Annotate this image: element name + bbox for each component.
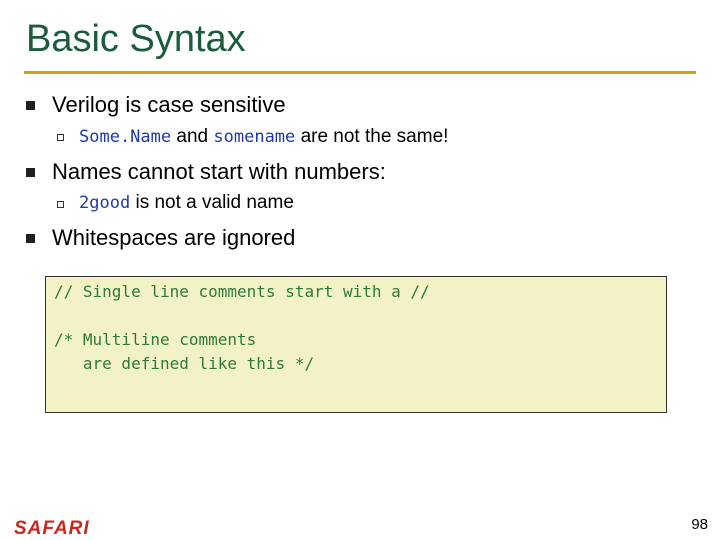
safari-logo: SAFARI	[14, 518, 90, 539]
sub-text: are not the same!	[300, 126, 449, 147]
inline-code: Some.Name	[79, 127, 172, 147]
bullet-marker	[26, 234, 35, 243]
inline-code: somename	[213, 127, 296, 147]
code-block: // Single line comments start with a // …	[45, 276, 667, 413]
inline-code: 2good	[79, 193, 131, 213]
bullet-3-text: Whitespaces are ignored	[52, 225, 296, 250]
sub-text: and	[176, 126, 209, 147]
sub-bullet-marker	[57, 134, 64, 141]
code-line-3: are defined like this */	[54, 354, 315, 373]
sub-bullet-marker	[57, 201, 64, 208]
slide-title: Basic Syntax	[26, 18, 246, 60]
sub-text: is not a valid name	[135, 192, 294, 213]
bullet-2-text: Names cannot start with numbers:	[52, 159, 386, 184]
bullet-marker	[26, 168, 35, 177]
title-divider	[24, 71, 696, 74]
bullet-1-sub: Some.Name and somename are not the same!	[79, 126, 448, 148]
bullet-marker	[26, 101, 35, 110]
page-number: 98	[691, 516, 708, 533]
code-line-2: /* Multiline comments	[54, 330, 257, 349]
code-line-1: // Single line comments start with a //	[54, 282, 430, 301]
bullet-2-sub: 2good is not a valid name	[79, 192, 294, 214]
bullet-1-text: Verilog is case sensitive	[52, 92, 286, 117]
